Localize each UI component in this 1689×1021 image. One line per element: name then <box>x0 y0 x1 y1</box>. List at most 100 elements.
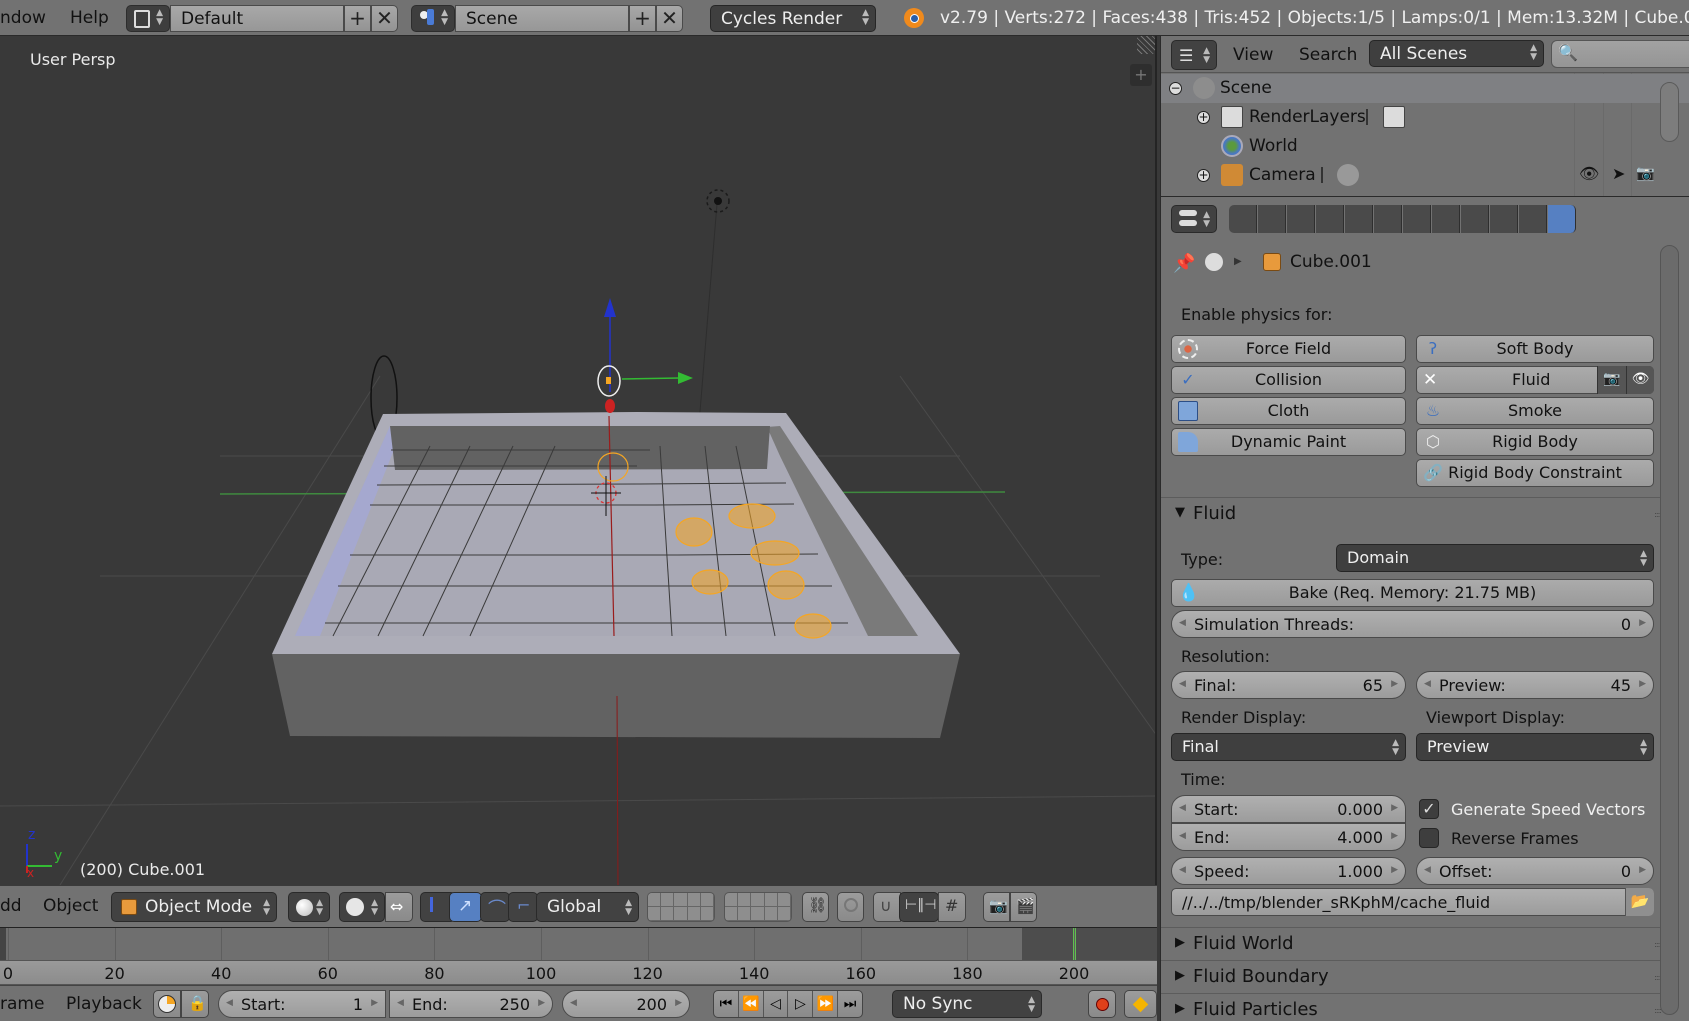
proportional-editing-button[interactable] <box>837 892 864 922</box>
tab-texture-icon[interactable] <box>1490 205 1518 233</box>
play-reverse-icon[interactable]: ◁ <box>764 991 789 1017</box>
scene-selector[interactable]: ▲ ▼ <box>411 5 455 32</box>
snap-element-select[interactable]: ⊢‖⊣ <box>899 892 939 922</box>
fluid-viewport-toggle-eye-icon[interactable]: 👁 <box>1626 366 1654 394</box>
menu-view[interactable]: View <box>1233 45 1273 65</box>
rotate-manipulator-button[interactable]: ⌒ <box>480 892 510 922</box>
properties-scrollbar[interactable] <box>1660 245 1679 1015</box>
transform-orientation-select[interactable]: Global ▲ ▼ <box>536 892 639 922</box>
tab-constraints-icon[interactable] <box>1374 205 1402 233</box>
expand-icon[interactable]: + <box>1197 169 1210 182</box>
fluid-boundary-panel-header[interactable]: ▶ Fluid Boundary :::: <box>1161 960 1671 993</box>
menu-help[interactable]: Help <box>70 8 109 28</box>
render-engine-select[interactable]: Cycles Render ▲ ▼ <box>710 5 876 32</box>
outliner-row-scene[interactable]: − Scene <box>1161 74 1689 103</box>
final-resolution-field[interactable]: ◀ Final: 65 ▶ <box>1171 671 1406 699</box>
preview-resolution-field[interactable]: ◀ Preview: 45 ▶ <box>1416 671 1654 699</box>
editor-type-select[interactable]: ☰ ▲ ▼ <box>1171 40 1217 70</box>
lock-time-cursor-button[interactable]: 🔒 <box>181 990 209 1018</box>
collapse-icon[interactable]: − <box>1169 82 1182 95</box>
reverse-frames-checkbox[interactable] <box>1419 828 1439 848</box>
fluid-type-select[interactable]: Domain ▲ ▼ <box>1336 544 1654 572</box>
tab-render-layers-icon[interactable] <box>1258 205 1286 233</box>
lock-layers-button[interactable]: ⛓ <box>802 892 829 922</box>
end-frame-field[interactable]: ◀ End: 250 ▶ <box>389 990 553 1018</box>
smoke-button[interactable]: ♨ Smoke <box>1416 397 1654 425</box>
tab-render-icon[interactable] <box>1229 205 1257 233</box>
visibility-eye-icon[interactable]: 👁 <box>1579 164 1599 183</box>
tab-modifiers-icon[interactable] <box>1403 205 1431 233</box>
renderable-camera-icon[interactable]: 📷 <box>1636 164 1655 182</box>
tab-scene-icon[interactable] <box>1287 205 1315 233</box>
soft-body-button[interactable]: ʔ Soft Body <box>1416 335 1654 363</box>
outliner[interactable]: ☰ ▲ ▼ View Search All Scenes ▲ ▼ 🔍 − Scene… <box>1160 36 1689 196</box>
outliner-row-renderlayers[interactable]: + RenderLayers <box>1161 103 1689 132</box>
cloth-button[interactable]: Cloth <box>1171 397 1406 425</box>
play-icon[interactable]: ▷ <box>788 991 814 1017</box>
timeline[interactable]: 020406080100120140160180200220240260 <box>0 928 1409 985</box>
auto-keying-button[interactable] <box>1088 990 1116 1018</box>
fluid-render-toggle-camera-icon[interactable]: 📷 <box>1597 366 1626 394</box>
manipulate-center-points-toggle[interactable]: ⇔ <box>385 892 413 922</box>
snap-target-button[interactable]: # <box>938 892 966 922</box>
outliner-row-camera[interactable]: + Camera 👁 ➤ 📷 <box>1161 161 1689 190</box>
offset-field[interactable]: ◀ Offset: 0 ▶ <box>1416 857 1654 885</box>
bake-button[interactable]: 💧 Bake (Req. Memory: 21.75 MB) <box>1171 579 1654 607</box>
display-mode-select[interactable]: All Scenes ▲ ▼ <box>1369 40 1544 67</box>
viewport-display-select[interactable]: Preview ▲ ▼ <box>1416 733 1654 761</box>
timeline-ruler[interactable]: 020406080100120140160180200220240260 <box>0 960 1409 985</box>
menu-playback[interactable]: Playback <box>66 994 142 1014</box>
dynamic-paint-button[interactable]: Dynamic Paint <box>1171 428 1406 456</box>
start-frame-field[interactable]: ◀ Start: 1 ▶ <box>218 990 386 1018</box>
camera-data-icon[interactable] <box>1337 164 1359 186</box>
tab-object-icon[interactable] <box>1345 205 1373 233</box>
pin-icon[interactable]: 📌 <box>1173 253 1195 274</box>
toggle-properties-region-button[interactable]: + <box>1130 64 1152 86</box>
snap-toggle[interactable]: ∪ <box>873 892 901 922</box>
menu-object[interactable]: Object <box>43 896 98 916</box>
tab-data-icon[interactable] <box>1432 205 1460 233</box>
rigid-body-constraint-button[interactable]: 🔗 Rigid Body Constraint <box>1416 459 1654 487</box>
fluid-button[interactable]: ✕ Fluid 📷 👁 <box>1416 366 1654 394</box>
time-start-field[interactable]: ◀ Start: 0.000 ▶ <box>1171 795 1406 823</box>
tab-physics-icon[interactable] <box>1548 205 1576 233</box>
time-end-field[interactable]: ◀ End: 4.000 ▶ <box>1171 823 1406 851</box>
properties-editor[interactable]: 📌 ▶ Cube.001 Enable physics for: Force F… <box>1160 239 1689 1021</box>
scene-layers-1[interactable] <box>647 892 715 922</box>
menu-frame[interactable]: rame <box>0 994 44 1014</box>
force-field-button[interactable]: Force Field <box>1171 335 1406 363</box>
add-layout-button[interactable]: + <box>344 5 371 32</box>
render-layer-icon[interactable] <box>1383 106 1405 128</box>
add-scene-button[interactable]: + <box>629 5 656 32</box>
use-preview-range-button[interactable] <box>153 990 181 1018</box>
viewport-shading-select[interactable]: ▲ ▼ <box>288 892 330 922</box>
tab-particles-icon[interactable] <box>1519 205 1547 233</box>
collision-button[interactable]: ✓ Collision <box>1171 366 1406 394</box>
pivot-point-select[interactable]: ▲ ▼ <box>339 892 385 922</box>
menu-add[interactable]: dd <box>0 896 22 916</box>
folder-browse-icon[interactable]: 📂 <box>1625 888 1654 916</box>
tab-world-icon[interactable] <box>1316 205 1344 233</box>
scene-field[interactable]: Scene <box>455 5 629 32</box>
outliner-search-input[interactable]: 🔍 <box>1551 40 1689 68</box>
render-animation-button[interactable]: 🎬 <box>1010 892 1037 922</box>
sync-mode-select[interactable]: No Sync ▲ ▼ <box>892 990 1042 1018</box>
menu-search[interactable]: Search <box>1299 45 1357 65</box>
3d-viewport[interactable]: z y x User Persp (200) Cube.001 + <box>0 36 1157 885</box>
area-split-handle[interactable] <box>1137 36 1155 54</box>
selectable-cursor-icon[interactable]: ➤ <box>1612 164 1625 183</box>
jump-end-icon[interactable]: ⏭ <box>838 991 862 1017</box>
fluid-panel-header[interactable]: ▼ Fluid :::: <box>1161 497 1671 530</box>
screen-layout-field[interactable]: Default <box>170 5 344 32</box>
simulation-threads-field[interactable]: ◀ Simulation Threads: 0 ▶ <box>1171 610 1654 638</box>
expand-icon[interactable]: + <box>1197 111 1210 124</box>
jump-start-icon[interactable]: ⏮ <box>714 991 739 1017</box>
mode-select[interactable]: Object Mode ▲ ▼ <box>111 892 277 922</box>
remove-fluid-x-icon[interactable]: ✕ <box>1423 370 1443 390</box>
transform-manipulator[interactable] <box>597 298 693 413</box>
remove-layout-button[interactable]: ✕ <box>371 5 398 32</box>
menu-window[interactable]: ndow <box>0 8 46 28</box>
render-display-select[interactable]: Final ▲ ▼ <box>1171 733 1406 761</box>
remove-scene-button[interactable]: ✕ <box>656 5 683 32</box>
screen-layout-selector[interactable]: ▲ ▼ <box>126 5 170 32</box>
